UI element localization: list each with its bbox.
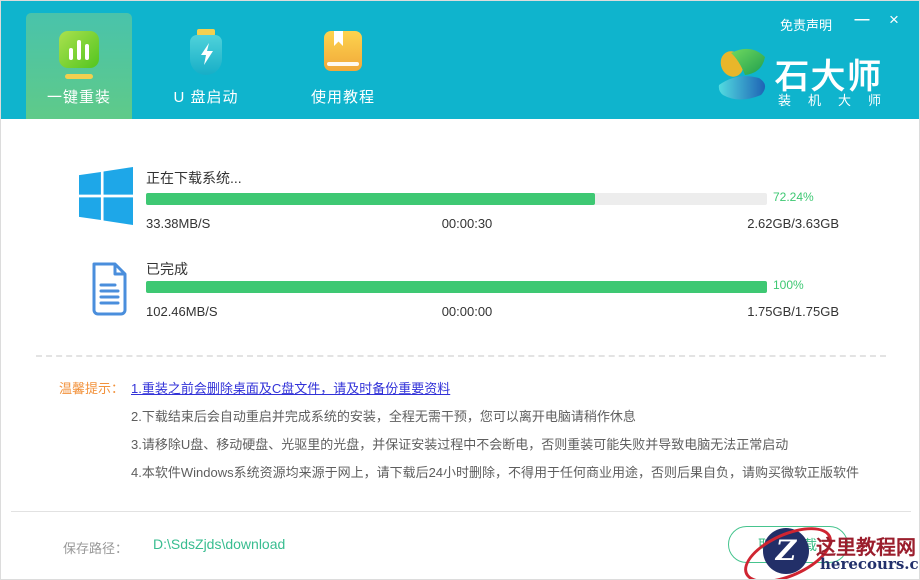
close-button[interactable]: × bbox=[882, 8, 906, 32]
minimize-button[interactable]: — bbox=[850, 8, 874, 32]
book-icon bbox=[290, 29, 396, 89]
completed-status-title: 已完成 bbox=[146, 259, 188, 279]
brand-swirl-icon bbox=[713, 45, 769, 101]
tab-label: 一键重装 bbox=[26, 86, 132, 107]
completed-speed: 102.46MB/S bbox=[146, 304, 218, 319]
tab-tutorial[interactable]: 使用教程 bbox=[290, 13, 396, 119]
tab-one-key-reinstall[interactable]: 一键重装 bbox=[26, 13, 132, 119]
windows-icon bbox=[79, 167, 133, 225]
completed-progress-bar bbox=[146, 281, 767, 293]
save-path-label: 保存路径： bbox=[63, 538, 128, 557]
completed-time-remaining: 00:00:00 bbox=[407, 304, 527, 319]
completed-stats-row: 102.46MB/S 00:00:00 1.75GB/1.75GB bbox=[146, 304, 839, 320]
save-path-value: D:\SdsZjds\download bbox=[153, 536, 285, 552]
download-status-title: 正在下载系统... bbox=[146, 168, 242, 188]
tips-label: 温馨提示： bbox=[59, 378, 124, 397]
usb-bolt-icon bbox=[153, 29, 259, 89]
dashed-divider bbox=[36, 355, 886, 357]
download-progress-bar bbox=[146, 193, 767, 205]
completed-percent: 100% bbox=[773, 278, 804, 292]
document-icon bbox=[87, 261, 131, 317]
download-size: 2.62GB/3.63GB bbox=[747, 216, 839, 231]
tip-item-backup: 1.重装之前会删除桌面及C盘文件，请及时备份重要资料 bbox=[131, 378, 901, 397]
tip-item-license: 4.本软件Windows系统资源均来源于网上，请下载后24小时删除，不得用于任何… bbox=[131, 462, 901, 481]
disclaimer-link[interactable]: 免责声明 bbox=[780, 15, 832, 34]
watermark-site-domain: herecours.com bbox=[820, 555, 920, 573]
completed-size: 1.75GB/1.75GB bbox=[747, 304, 839, 319]
tip-item-remove-usb: 3.请移除U盘、移动硬盘、光驱里的光盘，并保证安装过程中不会断电，否则重装可能失… bbox=[131, 434, 901, 453]
brand-subtitle: 装机大师 bbox=[778, 90, 898, 109]
download-progress-fill bbox=[146, 193, 595, 205]
app-window: 一键重装 U 盘启动 使用教程 免责声明 — × bbox=[0, 0, 920, 580]
site-watermark: Z 这里教程网 herecours.com bbox=[739, 521, 919, 579]
download-speed: 33.38MB/S bbox=[146, 216, 210, 231]
tip-item-auto-restart: 2.下载结束后会自动重启并完成系统的安装，全程无需干预，您可以离开电脑请稍作休息 bbox=[131, 406, 901, 425]
footer-divider bbox=[11, 511, 911, 512]
download-percent: 72.24% bbox=[773, 190, 814, 204]
bar-chart-icon bbox=[26, 29, 132, 89]
titlebar: 一键重装 U 盘启动 使用教程 免责声明 — × bbox=[1, 1, 919, 119]
download-stats-row: 33.38MB/S 00:00:30 2.62GB/3.63GB bbox=[146, 216, 839, 232]
download-time-remaining: 00:00:30 bbox=[407, 216, 527, 231]
completed-progress-fill bbox=[146, 281, 767, 293]
tab-label: 使用教程 bbox=[290, 86, 396, 107]
tab-usb-boot[interactable]: U 盘启动 bbox=[153, 13, 259, 119]
tab-label: U 盘启动 bbox=[153, 86, 259, 107]
